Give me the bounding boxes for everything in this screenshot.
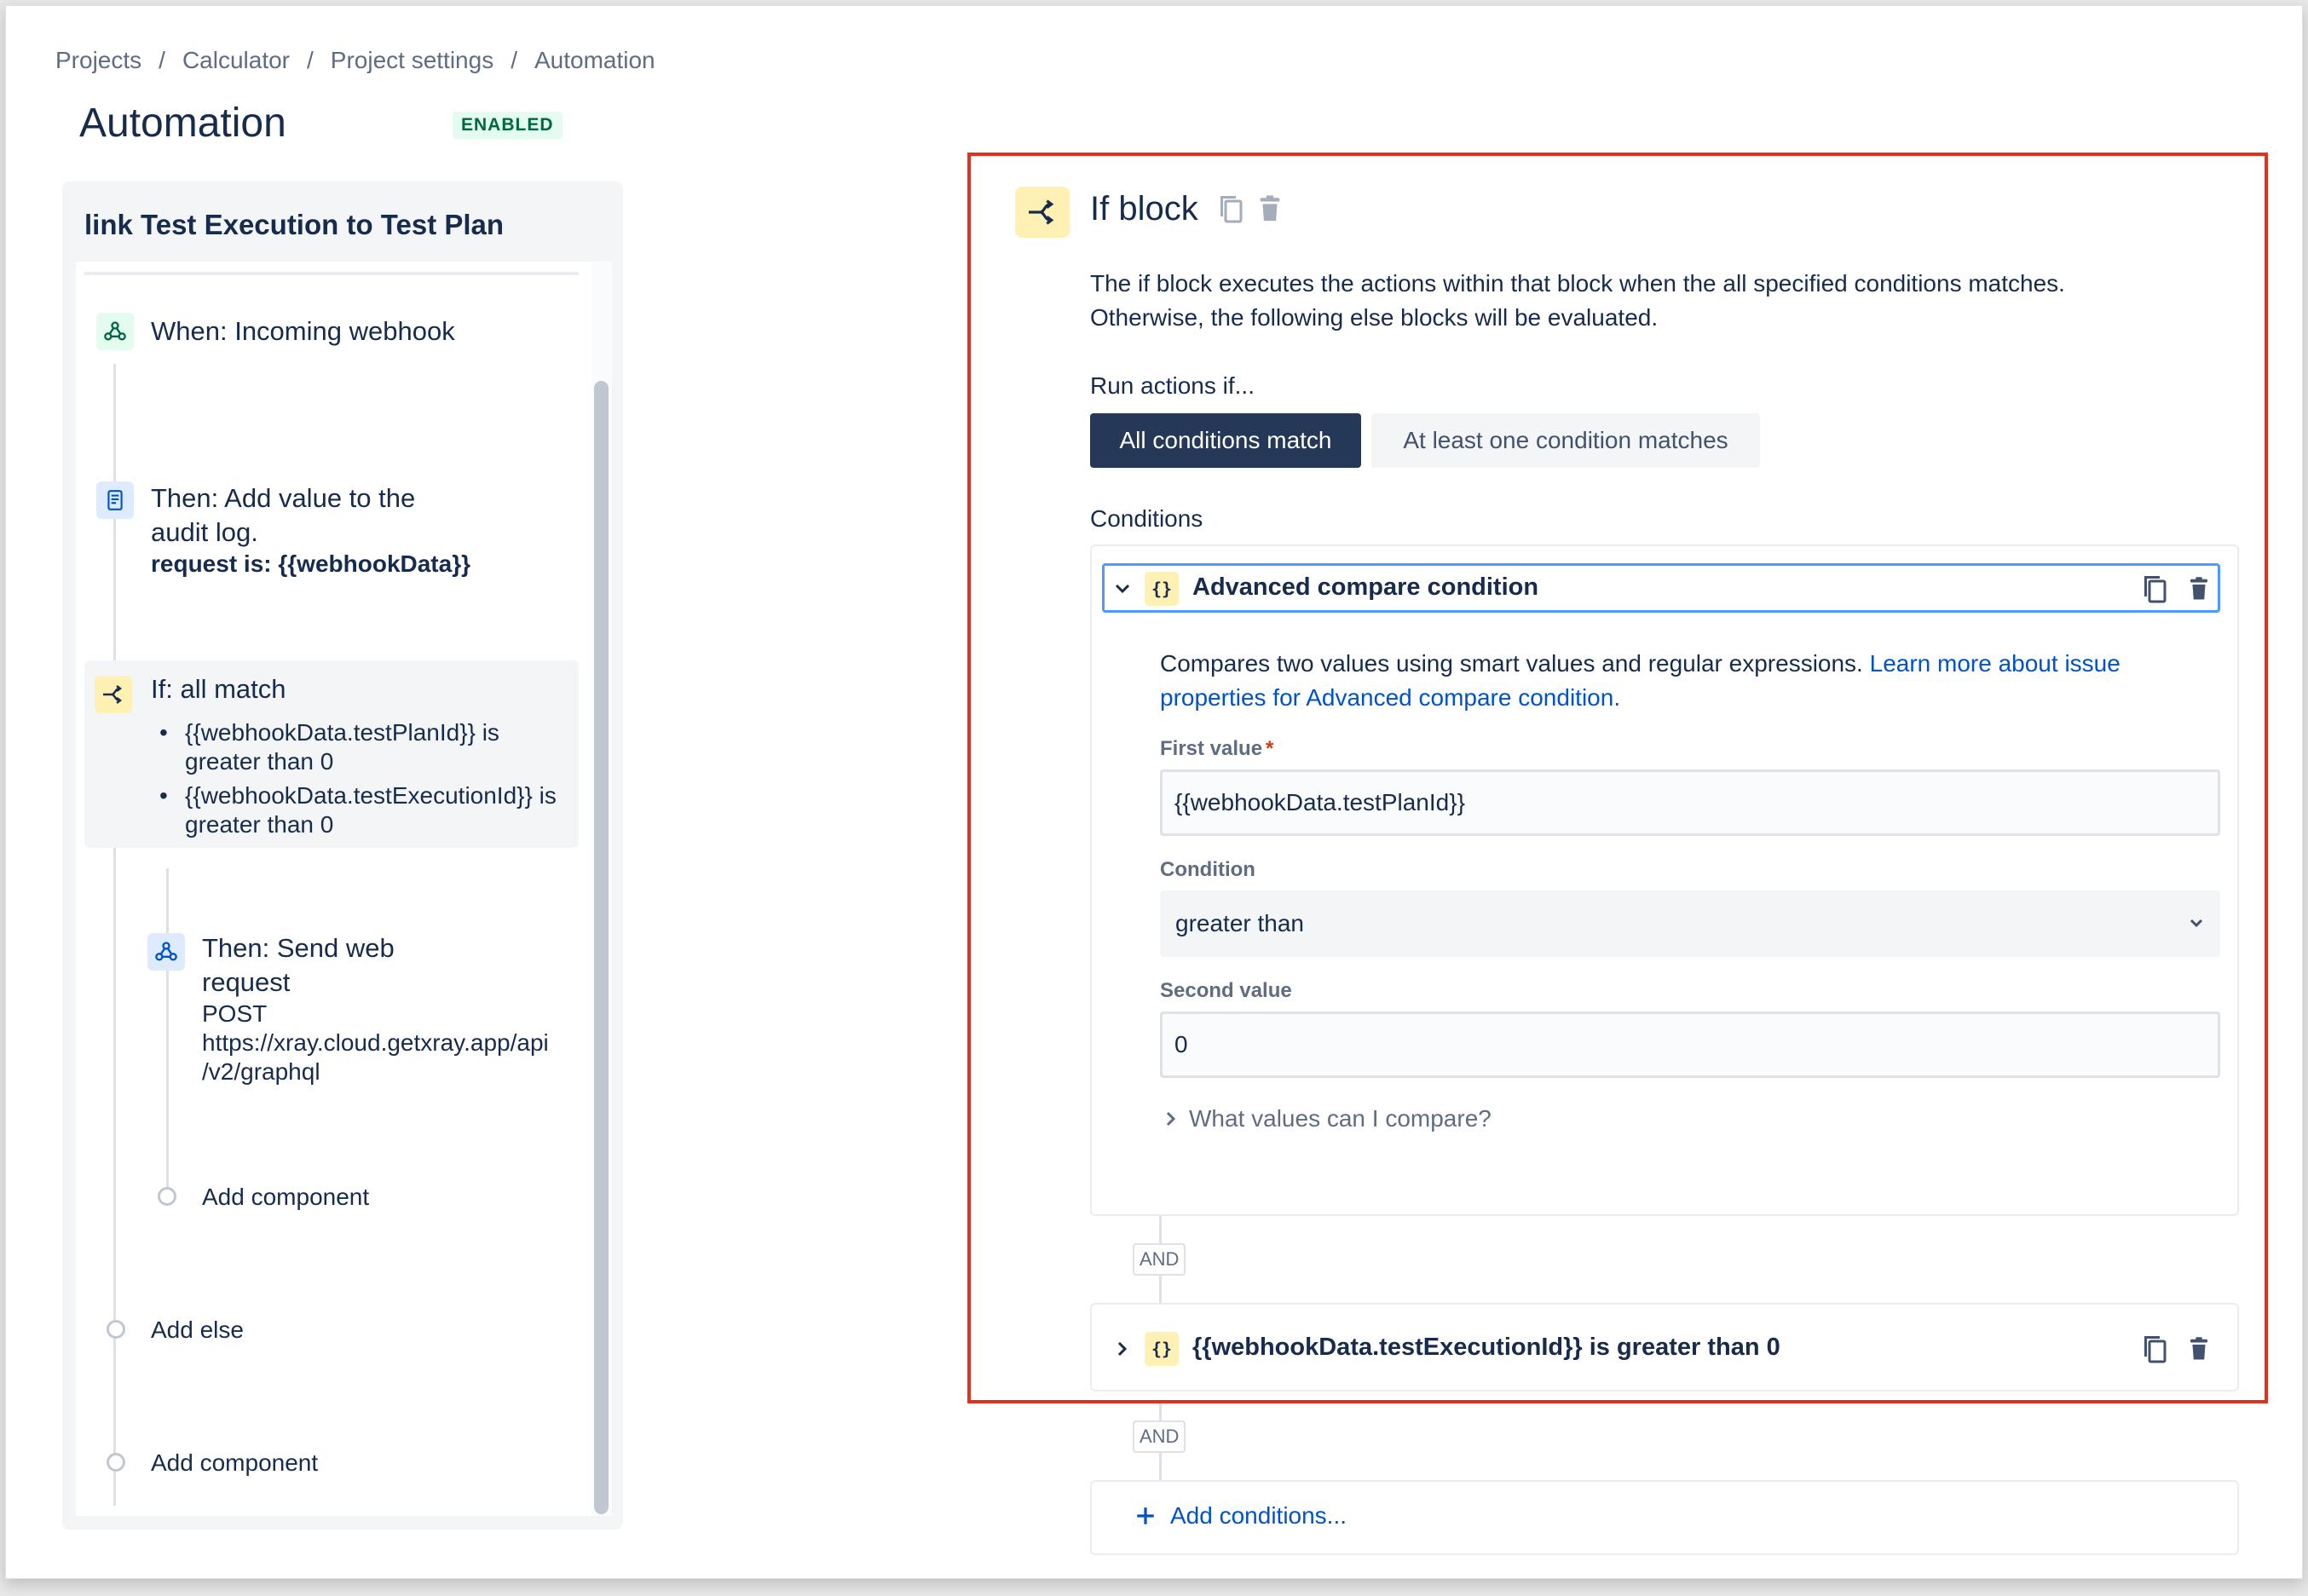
rule-name: link Test Execution to Test Plan — [84, 209, 505, 240]
add-conditions-label: Add conditions... — [1170, 1502, 1347, 1529]
status-badge: ENABLED — [453, 112, 563, 139]
page-canvas: Projects / Calculator / Project settings… — [5, 5, 2303, 1579]
add-node-dot — [107, 1453, 125, 1472]
if-block-label: If: all match — [151, 674, 286, 704]
add-component-outer-button[interactable]: Add component — [151, 1449, 318, 1477]
web-request-label-line1: Then: Send web — [202, 933, 395, 963]
audit-log-label-line2: audit log. — [151, 517, 258, 547]
breadcrumb-projects[interactable]: Projects — [55, 47, 141, 74]
condition-summary-line: {{webhookData.testExecutionId}} is — [185, 782, 557, 809]
breadcrumb-automation[interactable]: Automation — [534, 47, 655, 74]
trigger-step[interactable]: When: Incoming webhook — [151, 314, 455, 349]
web-request-url-line1: https://xray.cloud.getxray.app/api — [202, 1029, 549, 1056]
branch-icon — [95, 676, 132, 713]
add-else-button[interactable]: Add else — [151, 1317, 244, 1344]
condition-summary-line: greater than 0 — [185, 811, 334, 838]
highlight-box — [967, 153, 2268, 1403]
add-node-dot — [158, 1187, 176, 1206]
breadcrumb-project-settings[interactable]: Project settings — [331, 47, 493, 74]
list-item: {{webhookData.testPlanId}} is greater th… — [159, 718, 557, 776]
web-request-step[interactable]: Then: Send web request POST https://xray… — [202, 931, 549, 1086]
webhook-icon — [96, 313, 134, 350]
add-component-inner-button[interactable]: Add component — [202, 1184, 369, 1211]
web-request-url-line2: /v2/graphql — [202, 1058, 320, 1085]
breadcrumb: Projects / Calculator / Project settings… — [55, 47, 655, 74]
web-request-label-line2: request — [202, 967, 291, 997]
breadcrumb-calculator[interactable]: Calculator — [182, 47, 290, 74]
web-request-method: POST — [202, 1000, 268, 1027]
add-node-dot — [107, 1320, 125, 1339]
webhook-icon — [147, 933, 185, 971]
breadcrumb-separator: / — [159, 47, 165, 73]
audit-log-icon — [96, 481, 134, 519]
audit-log-label-line1: Then: Add value to the — [151, 483, 416, 513]
breadcrumb-separator: / — [511, 47, 517, 73]
list-divider — [84, 272, 579, 275]
if-conditions-list: {{webhookData.testPlanId}} is greater th… — [159, 718, 557, 844]
audit-log-detail: request is: {{webhookData}} — [151, 550, 470, 577]
condition-summary-line: greater than 0 — [185, 748, 334, 775]
and-badge: AND — [1133, 1420, 1186, 1453]
condition-summary-line: {{webhookData.testPlanId}} is — [185, 719, 499, 746]
audit-log-step[interactable]: Then: Add value to the audit log. reques… — [151, 481, 470, 579]
add-conditions-button[interactable]: Add conditions... — [1134, 1502, 1347, 1530]
page-title: Automation — [79, 101, 286, 146]
scrollbar-thumb[interactable] — [594, 381, 609, 1514]
list-item: {{webhookData.testExecutionId}} is great… — [159, 781, 557, 839]
breadcrumb-separator: / — [307, 47, 314, 73]
branch-flow-line — [166, 868, 169, 1197]
plus-icon — [1137, 1507, 1154, 1524]
